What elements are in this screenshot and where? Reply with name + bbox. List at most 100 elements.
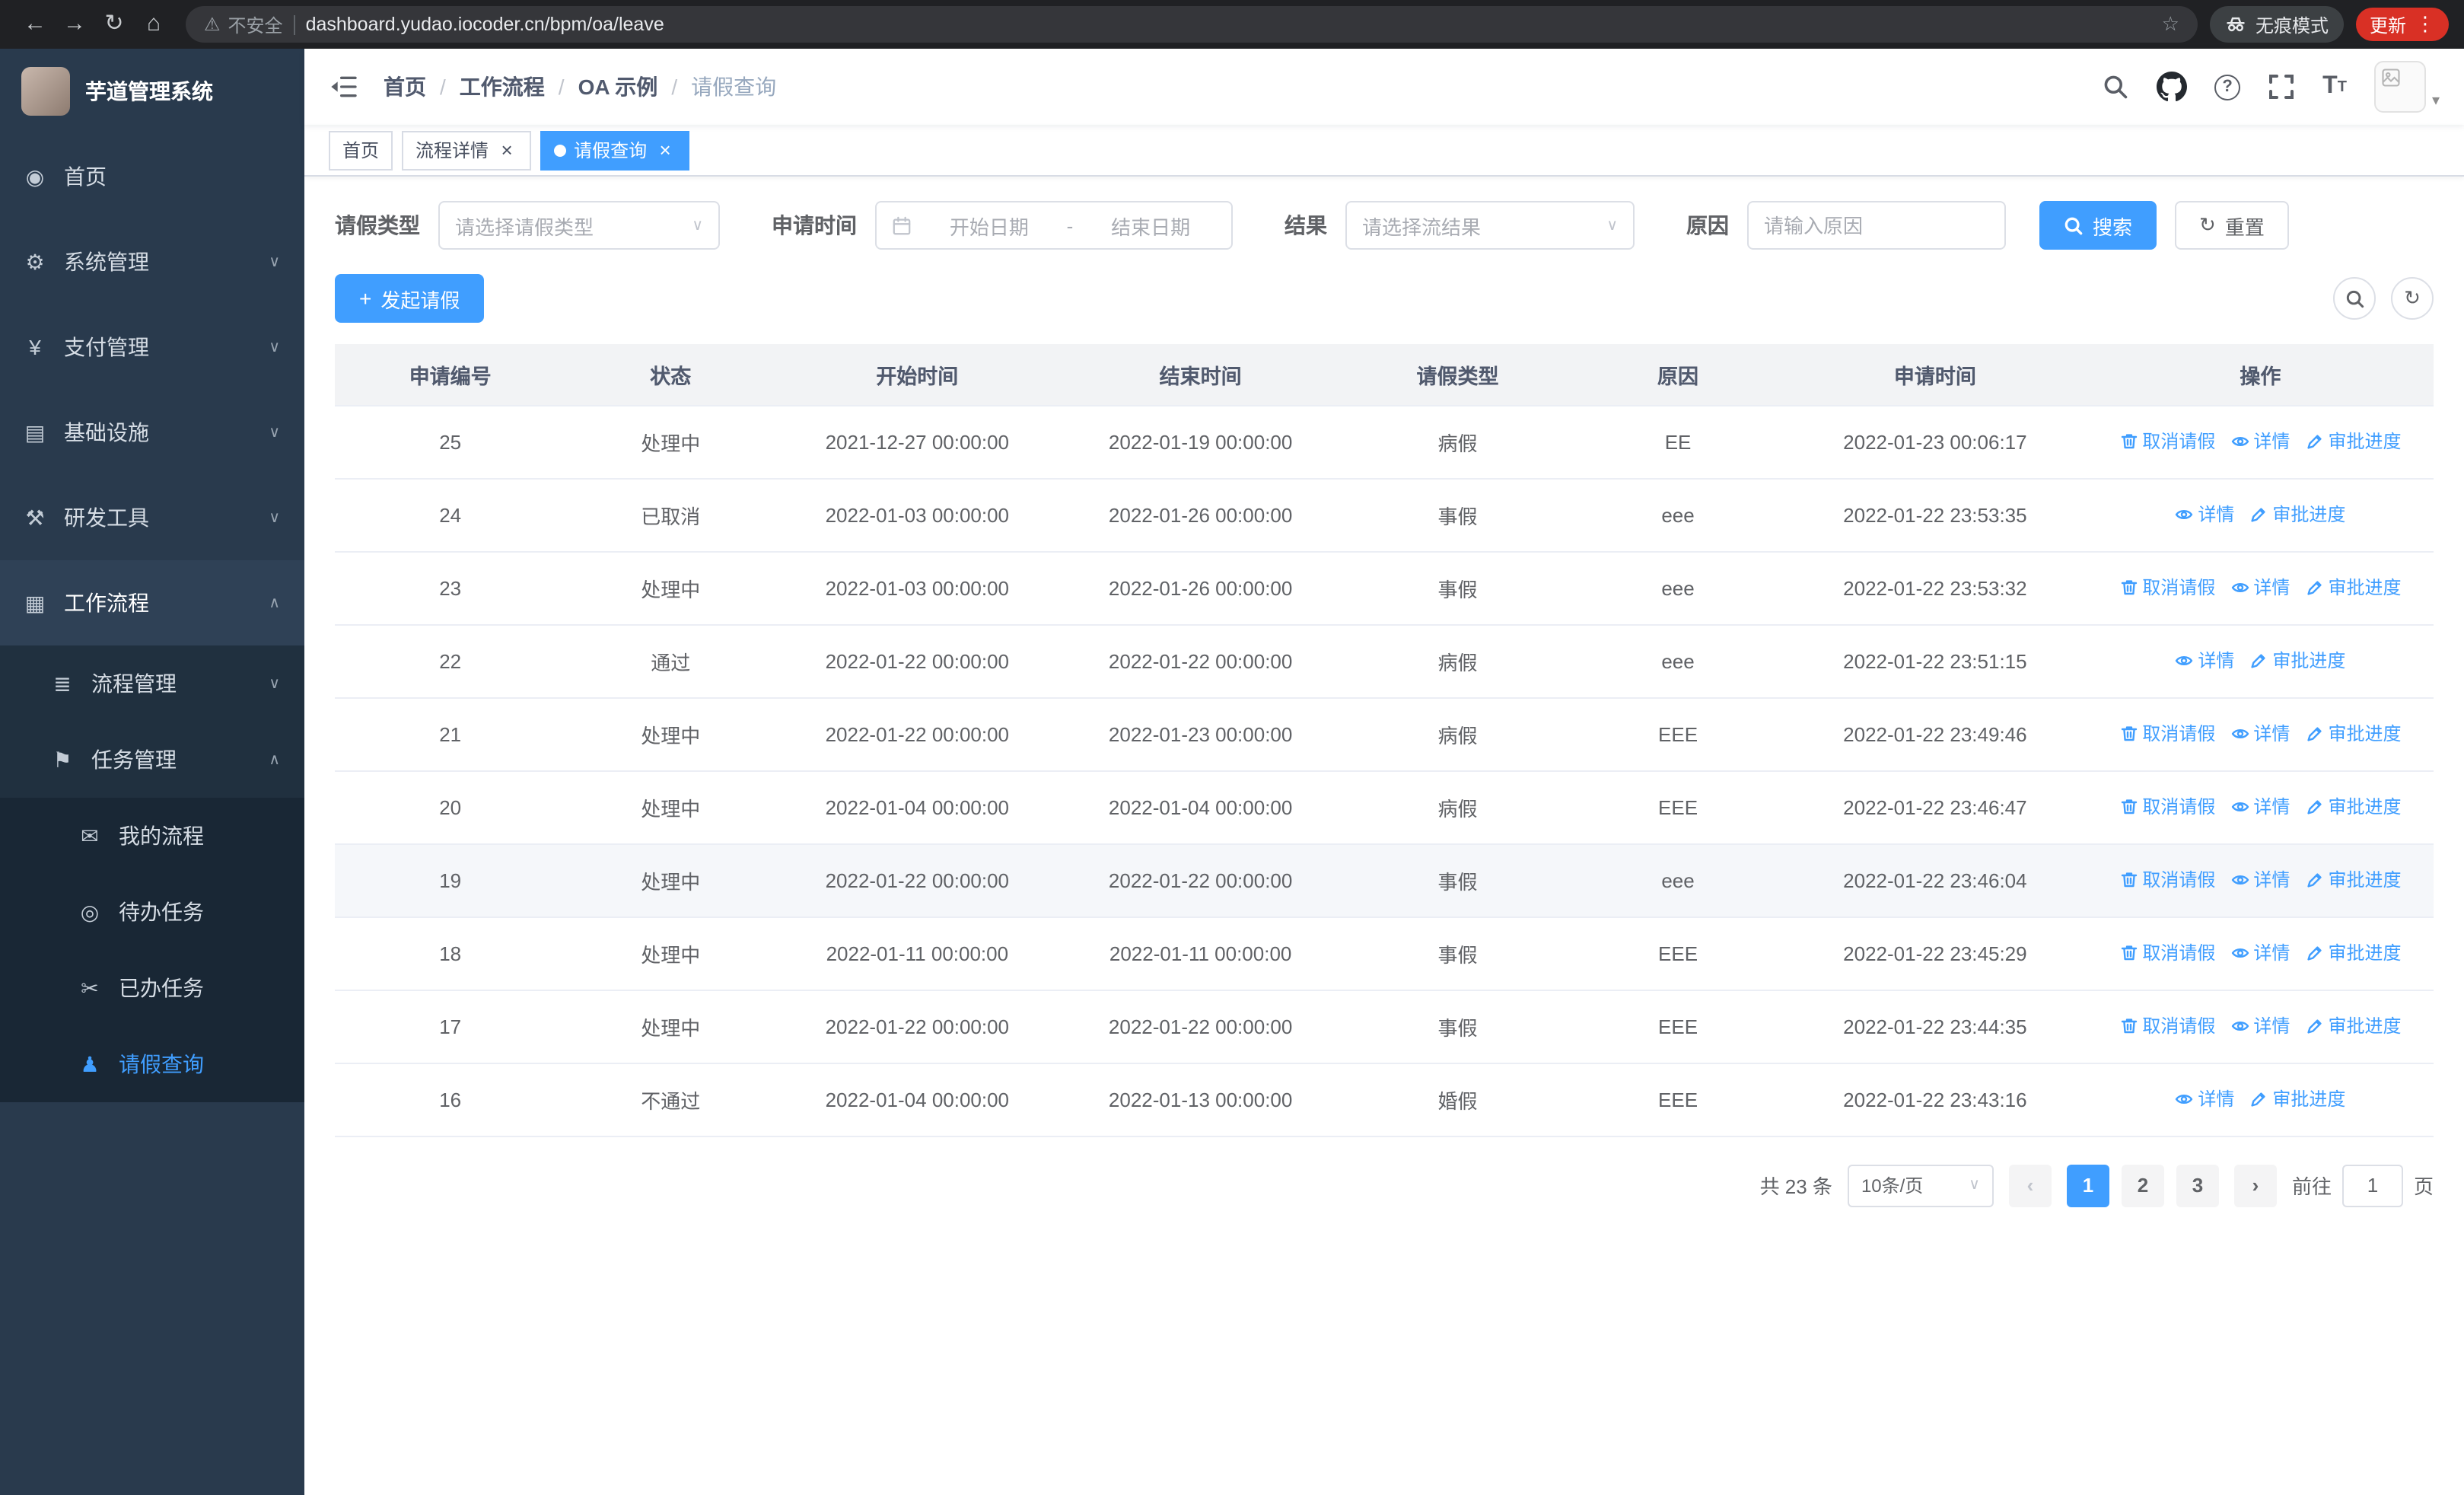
approval-progress-link[interactable]: 审批进度	[2305, 1013, 2401, 1039]
browser-forward-icon[interactable]: →	[55, 0, 94, 49]
tab-process-detail[interactable]: 流程详情 ×	[402, 130, 532, 170]
approval-progress-link[interactable]: 审批进度	[2249, 1086, 2345, 1112]
breadcrumb-workflow[interactable]: 工作流程	[460, 72, 545, 102]
detail-link[interactable]: 详情	[2175, 1086, 2234, 1112]
result-select[interactable]: 请选择流结果 ∨	[1345, 201, 1635, 250]
reset-button[interactable]: ↻ 重置	[2175, 201, 2289, 250]
cancel-leave-link[interactable]: 取消请假	[2119, 794, 2215, 820]
sidebar-item-workflow[interactable]: ▦ 工作流程 ∧	[0, 560, 304, 645]
header-search-icon[interactable]	[2102, 73, 2129, 100]
browser-menu-icon[interactable]: ⋮	[2415, 12, 2435, 37]
goto-page-input[interactable]	[2341, 1164, 2403, 1207]
table-cell-type: 事假	[1342, 916, 1574, 990]
page-button-2[interactable]: 2	[2121, 1164, 2164, 1207]
bookmark-star-icon[interactable]: ☆	[2162, 12, 2179, 37]
toggle-search-button[interactable]	[2333, 277, 2376, 320]
browser-update-button[interactable]: 更新 ⋮	[2355, 8, 2449, 41]
sidebar-item-devtools[interactable]: ⚒ 研发工具 ∨	[0, 475, 304, 560]
detail-link[interactable]: 详情	[2230, 794, 2290, 820]
detail-link[interactable]: 详情	[2230, 867, 2290, 893]
security-warning[interactable]: ⚠ 不安全	[204, 11, 283, 37]
url-text[interactable]: dashboard.yudao.iocoder.cn/bpm/oa/leave	[306, 14, 2151, 35]
end-date-placeholder[interactable]: 结束日期	[1085, 211, 1216, 240]
github-icon[interactable]	[2157, 72, 2188, 102]
sidebar-item-process-management[interactable]: ≣ 流程管理 ∨	[0, 645, 304, 722]
cancel-leave-link[interactable]: 取消请假	[2119, 429, 2215, 454]
close-icon[interactable]: ×	[654, 139, 676, 161]
browser-home-icon[interactable]: ⌂	[134, 0, 173, 49]
prev-page-button[interactable]: ‹	[2008, 1164, 2052, 1207]
tab-home[interactable]: 首页	[329, 130, 393, 170]
next-page-button[interactable]: ›	[2233, 1164, 2277, 1207]
approval-progress-link[interactable]: 审批进度	[2305, 429, 2401, 454]
cancel-leave-link[interactable]: 取消请假	[2119, 867, 2215, 893]
cancel-leave-link[interactable]: 取消请假	[2119, 1013, 2215, 1039]
approval-progress-link[interactable]: 审批进度	[2305, 721, 2401, 747]
search-button[interactable]: 搜索	[2039, 201, 2157, 250]
leave-table: 申请编号 状态 开始时间 结束时间 请假类型 原因 申请时间 操作 25 处理中 2…	[335, 344, 2434, 1136]
table-cell-applied: 2022-01-22 23:46:04	[1782, 843, 2087, 917]
page-size-select[interactable]: 10条/页 ∨	[1847, 1164, 1994, 1207]
approval-progress-link[interactable]: 审批进度	[2305, 794, 2401, 820]
reason-input[interactable]	[1764, 214, 1989, 237]
detail-link[interactable]: 详情	[2175, 502, 2234, 528]
help-icon[interactable]: ?	[2214, 74, 2241, 100]
approval-progress-link[interactable]: 审批进度	[2249, 502, 2345, 528]
sidebar-fold-icon[interactable]	[329, 72, 359, 102]
sidebar-item-home[interactable]: ◉ 首页	[0, 134, 304, 219]
close-icon[interactable]: ×	[496, 139, 517, 161]
table-cell-start: 2022-01-04 00:00:00	[775, 1063, 1059, 1136]
eye-icon	[2231, 1021, 2249, 1031]
detail-link[interactable]: 详情	[2230, 575, 2290, 601]
detail-link[interactable]: 详情	[2175, 648, 2234, 674]
action-label: 取消请假	[2142, 431, 2216, 453]
tab-leave-query[interactable]: 请假查询 ×	[540, 130, 690, 170]
app-logo-row[interactable]: 芋道管理系统	[0, 49, 304, 134]
cancel-leave-link[interactable]: 取消请假	[2119, 575, 2215, 601]
breadcrumb-home[interactable]: 首页	[384, 72, 426, 102]
sidebar-item-leave-query[interactable]: ♟ 请假查询	[0, 1026, 304, 1102]
refresh-table-button[interactable]: ↻	[2391, 277, 2434, 320]
sidebar-item-my-process[interactable]: ✉ 我的流程	[0, 798, 304, 874]
apply-time-label: 申请时间	[772, 213, 857, 237]
sidebar-item-done-tasks[interactable]: ✂ 已办任务	[0, 950, 304, 1026]
sidebar-item-todo-tasks[interactable]: ◎ 待办任务	[0, 874, 304, 950]
update-label: 更新	[2369, 14, 2406, 36]
caret-down-icon: ▾	[2431, 93, 2440, 110]
approval-progress-link[interactable]: 审批进度	[2305, 867, 2401, 893]
browser-back-icon[interactable]: ←	[15, 0, 55, 49]
goto-label: 前往	[2291, 1175, 2332, 1198]
leave-type-select[interactable]: 请选择请假类型 ∨	[438, 201, 720, 250]
user-menu[interactable]: ▾	[2373, 61, 2440, 113]
sidebar-item-system[interactable]: ⚙ 系统管理 ∨	[0, 219, 304, 304]
font-size-icon[interactable]: TT	[2322, 73, 2347, 100]
fullscreen-icon[interactable]	[2268, 73, 2295, 100]
sidebar-item-infrastructure[interactable]: ▤ 基础设施 ∨	[0, 390, 304, 475]
page-button-1[interactable]: 1	[2066, 1164, 2109, 1207]
apply-time-range-picker[interactable]: 开始日期 - 结束日期	[875, 201, 1233, 250]
navbar-tools: ? TT ▾	[2102, 61, 2440, 113]
create-leave-button[interactable]: + 发起请假	[335, 274, 485, 323]
sidebar-item-task-management[interactable]: ⚑ 任务管理 ∧	[0, 722, 304, 798]
detail-link[interactable]: 详情	[2230, 429, 2290, 454]
start-date-placeholder[interactable]: 开始日期	[924, 211, 1055, 240]
table-cell-status: 通过	[565, 624, 776, 698]
breadcrumb-oa-example[interactable]: OA 示例	[578, 72, 658, 102]
detail-link[interactable]: 详情	[2230, 940, 2290, 966]
page-button-3[interactable]: 3	[2176, 1164, 2219, 1207]
table-cell-applied: 2022-01-22 23:51:15	[1782, 624, 2087, 698]
approval-progress-link[interactable]: 审批进度	[2249, 648, 2345, 674]
leave-type-label: 请假类型	[335, 213, 420, 237]
approval-progress-link[interactable]: 审批进度	[2305, 575, 2401, 601]
detail-link[interactable]: 详情	[2230, 1013, 2290, 1039]
approval-progress-link[interactable]: 审批进度	[2305, 940, 2401, 966]
detail-link[interactable]: 详情	[2230, 721, 2290, 747]
avatar[interactable]	[2373, 61, 2426, 113]
address-bar[interactable]: ⚠ 不安全 dashboard.yudao.iocoder.cn/bpm/oa/…	[186, 6, 2198, 43]
browser-reload-icon[interactable]: ↻	[94, 0, 134, 49]
action-label: 详情	[2198, 504, 2235, 526]
table-cell-end: 2022-01-22 00:00:00	[1059, 624, 1342, 698]
cancel-leave-link[interactable]: 取消请假	[2119, 940, 2215, 966]
sidebar-item-payment[interactable]: ¥ 支付管理 ∨	[0, 304, 304, 390]
cancel-leave-link[interactable]: 取消请假	[2119, 721, 2215, 747]
